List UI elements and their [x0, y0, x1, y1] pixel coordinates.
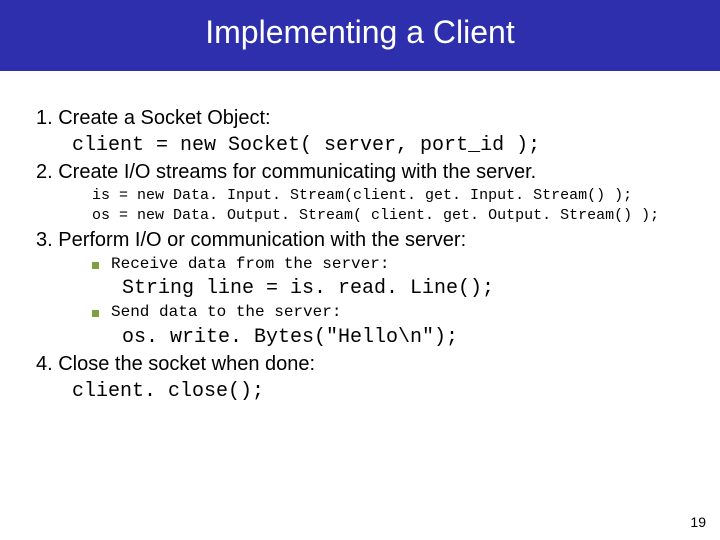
bullet-item-2: Send data to the server: — [36, 302, 692, 324]
bullet-1-label: Receive data from the server: — [111, 254, 389, 276]
step-2-code-1: is = new Data. Input. Stream(client. get… — [36, 186, 692, 206]
step-2-code-2: os = new Data. Output. Stream( client. g… — [36, 206, 692, 226]
slide: Implementing a Client 1. Create a Socket… — [0, 0, 720, 540]
slide-body: 1. Create a Socket Object: client = new … — [0, 71, 720, 405]
bullet-1-code: String line = is. read. Line(); — [36, 275, 692, 302]
step-2-text: 2. Create I/O streams for communicating … — [36, 159, 692, 186]
bullet-2-code: os. write. Bytes("Hello\n"); — [36, 324, 692, 351]
step-1-text: 1. Create a Socket Object: — [36, 105, 692, 132]
slide-title: Implementing a Client — [0, 0, 720, 71]
bullet-icon — [92, 262, 99, 269]
step-4-code: client. close(); — [36, 378, 692, 405]
bullet-2-label: Send data to the server: — [111, 302, 341, 324]
step-1-code: client = new Socket( server, port_id ); — [36, 132, 692, 159]
bullet-icon — [92, 310, 99, 317]
step-4-text: 4. Close the socket when done: — [36, 351, 692, 378]
step-3-text: 3. Perform I/O or communication with the… — [36, 227, 692, 254]
bullet-item-1: Receive data from the server: — [36, 254, 692, 276]
page-number: 19 — [690, 514, 706, 530]
